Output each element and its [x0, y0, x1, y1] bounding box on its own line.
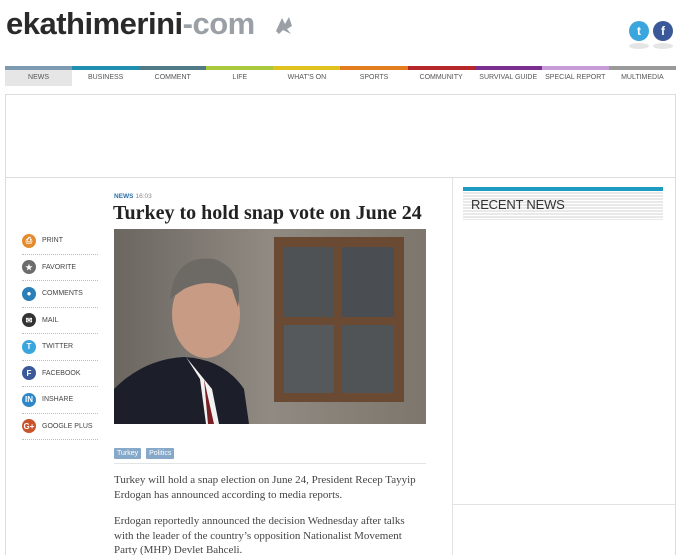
mail-icon: ✉: [22, 313, 36, 328]
twitter-icon: t: [22, 339, 36, 354]
share-label: FACEBOOK: [42, 369, 81, 377]
article-category[interactable]: NEWS: [114, 193, 134, 200]
share-label: PRINT: [42, 237, 63, 245]
nav-item-multimedia[interactable]: MULTIMEDIA: [608, 66, 676, 86]
article-headline: Turkey to hold snap vote on June 24: [113, 202, 422, 224]
icon-shadow: [629, 43, 649, 49]
share-label: FAVORITE: [42, 263, 77, 271]
share-label: TWITTER: [42, 343, 74, 351]
share-comments[interactable]: ● COMMENTS: [22, 281, 98, 308]
article-time: 16:03: [135, 193, 152, 200]
share-label: COMMENTS: [42, 290, 83, 298]
share-facebook[interactable]: f FACEBOOK: [22, 361, 98, 387]
column-divider: [452, 178, 453, 555]
tags-divider: [114, 463, 426, 464]
share-print[interactable]: ⎙ PRINT: [22, 228, 98, 255]
logo-name-main: ekathimerini: [6, 6, 183, 41]
comments-icon: ●: [22, 286, 36, 301]
main-nav: NEWS BUSINESS COMMENT LIFE WHAT'S ON SPORTS CO…: [5, 66, 676, 86]
icon-shadow: [653, 43, 673, 49]
nav-item-life[interactable]: LIFE: [206, 66, 274, 86]
favorite-icon: ★: [22, 260, 36, 275]
nav-item-news[interactable]: NEWS: [5, 66, 73, 86]
nav-item-business[interactable]: BUSINESS: [72, 66, 140, 86]
tag-turkey[interactable]: Turkey: [114, 448, 142, 459]
site-header: ekathimerini - com tf: [0, 0, 681, 66]
nav-item-community[interactable]: COMMUNITY: [407, 66, 475, 86]
nav-item-special-report[interactable]: SPECIAL REPORT: [541, 66, 609, 86]
site-logo[interactable]: ekathimerini - com: [6, 6, 255, 42]
logo-name-com: com: [192, 6, 255, 41]
share-toolbar: ⎙ PRINT ★ FAVORITE ● COMMENTS ✉ MAIL t TWITTER f FA…: [22, 228, 98, 440]
logo-name-dash: -: [182, 6, 193, 41]
header-social: tf: [629, 21, 673, 49]
share-inshare[interactable]: in INSHARE: [22, 387, 98, 414]
twitter-header-link[interactable]: t: [629, 21, 649, 49]
article-paragraph-2: Erdogan reportedly announced the decisio…: [114, 515, 405, 555]
sidebar-divider: [453, 504, 675, 505]
nav-item-comment[interactable]: COMMENT: [139, 66, 207, 86]
article-meta: NEWS 16:03: [114, 193, 152, 200]
twitter-icon: t: [629, 21, 649, 41]
google-plus-icon: g+: [22, 419, 36, 434]
facebook-header-link[interactable]: f: [653, 21, 673, 49]
article-photo: [114, 229, 426, 424]
share-twitter[interactable]: t TWITTER: [22, 334, 98, 361]
share-mail[interactable]: ✉ MAIL: [22, 308, 98, 334]
nav-item-sports[interactable]: SPORTS: [340, 66, 408, 86]
nav-item-what-s-on[interactable]: WHAT'S ON: [273, 66, 341, 86]
tag-politics[interactable]: Politics: [146, 448, 175, 459]
linkedin-icon: in: [22, 392, 36, 407]
share-label: GOOGLE PLUS: [42, 422, 93, 430]
article-paragraph-1: Turkey will hold a snap election on June…: [114, 474, 416, 501]
owl-emblem-icon: [276, 17, 292, 34]
ad-banner-area: [5, 94, 676, 178]
recent-news-box: RECENT NEWS: [463, 187, 663, 220]
share-label: INSHARE: [42, 396, 74, 404]
recent-news-title: RECENT NEWS: [471, 197, 565, 212]
share-google-plus[interactable]: g+ GOOGLE PLUS: [22, 414, 98, 440]
facebook-icon: f: [22, 366, 36, 381]
article-tags: Turkey Politics: [114, 448, 175, 459]
article-photo-image: [114, 229, 426, 424]
print-icon: ⎙: [22, 233, 36, 248]
share-favorite[interactable]: ★ FAVORITE: [22, 255, 98, 281]
nav-item-survival-guide[interactable]: SURVIVAL GUIDE: [474, 66, 542, 86]
facebook-icon: f: [653, 21, 673, 41]
share-label: MAIL: [42, 316, 59, 324]
